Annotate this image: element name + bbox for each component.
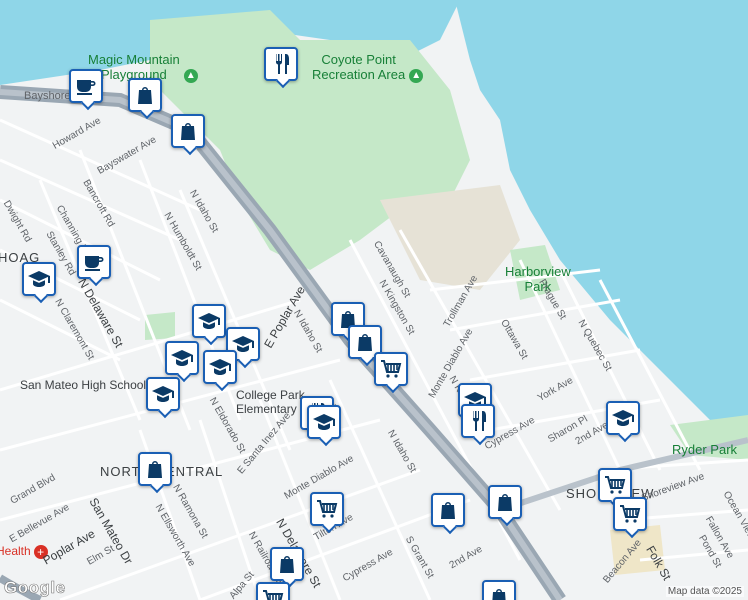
school-marker[interactable] xyxy=(146,377,180,411)
poi-san-mateo-high-school[interactable]: San Mateo High School xyxy=(20,378,146,392)
poi-name: Harborview Park xyxy=(505,264,571,294)
shopping-marker[interactable] xyxy=(171,114,205,148)
shopping-marker[interactable] xyxy=(488,485,522,519)
poi-coyote-point-recreation-area[interactable]: Coyote Point Recreation Area ▲ xyxy=(312,52,424,83)
school-marker[interactable] xyxy=(307,405,341,439)
poi-harborview-park[interactable]: Harborview Park xyxy=(505,264,571,294)
tree-icon: ▲ xyxy=(409,68,424,83)
shopping-icon xyxy=(498,494,512,511)
school-icon xyxy=(198,313,220,329)
grocery-icon xyxy=(605,476,626,494)
school-marker[interactable] xyxy=(606,401,640,435)
poi-name: San Mateo High School xyxy=(20,378,147,392)
cafe-marker[interactable] xyxy=(69,69,103,103)
attribution[interactable]: Map data ©2025 xyxy=(665,586,744,597)
grocery-marker[interactable] xyxy=(374,352,408,386)
restaurant-marker[interactable] xyxy=(264,47,298,81)
grocery-icon xyxy=(381,360,402,378)
grocery-icon xyxy=(317,500,338,518)
school-marker[interactable] xyxy=(165,341,199,375)
tree-icon: ▲ xyxy=(183,68,198,83)
restaurant-icon xyxy=(472,411,486,431)
shopping-marker[interactable] xyxy=(138,452,172,486)
shopping-marker[interactable] xyxy=(128,78,162,112)
grocery-marker[interactable] xyxy=(613,497,647,531)
poi-name: Coyote Point Recreation Area xyxy=(312,52,406,82)
school-icon xyxy=(171,350,193,366)
school-icon xyxy=(612,410,634,426)
restaurant-icon xyxy=(275,54,289,74)
school-icon xyxy=(313,414,335,430)
shopping-icon xyxy=(181,123,195,140)
shopping-icon xyxy=(358,334,372,351)
shopping-icon xyxy=(280,556,294,573)
school-marker[interactable] xyxy=(192,304,226,338)
google-logo: Google xyxy=(4,578,66,598)
school-icon xyxy=(209,359,231,375)
poi-ryder-park[interactable]: Ryder Park xyxy=(672,442,737,457)
shopping-icon xyxy=(148,461,162,478)
school-icon xyxy=(152,386,174,402)
shopping-marker[interactable] xyxy=(482,580,516,600)
grocery-marker[interactable] xyxy=(256,582,290,600)
school-marker[interactable] xyxy=(203,350,237,384)
school-icon xyxy=(28,271,50,287)
grocery-icon xyxy=(263,590,284,600)
grocery-icon xyxy=(620,505,641,523)
cafe-marker[interactable] xyxy=(77,245,111,279)
grocery-marker[interactable] xyxy=(310,492,344,526)
shopping-marker[interactable] xyxy=(270,547,304,581)
poi-name: Ryder Park xyxy=(672,442,738,457)
shopping-marker[interactable] xyxy=(431,493,465,527)
shopping-icon xyxy=(492,589,506,600)
cafe-icon xyxy=(85,256,104,271)
shopping-icon xyxy=(441,502,455,519)
map-canvas[interactable]: Magic Mountain Playground ▲ Coyote Point … xyxy=(0,0,748,600)
poi-name: Health xyxy=(0,544,31,558)
shopping-icon xyxy=(138,87,152,104)
school-marker[interactable] xyxy=(22,262,56,296)
cafe-icon xyxy=(77,80,96,95)
restaurant-marker[interactable] xyxy=(461,404,495,438)
